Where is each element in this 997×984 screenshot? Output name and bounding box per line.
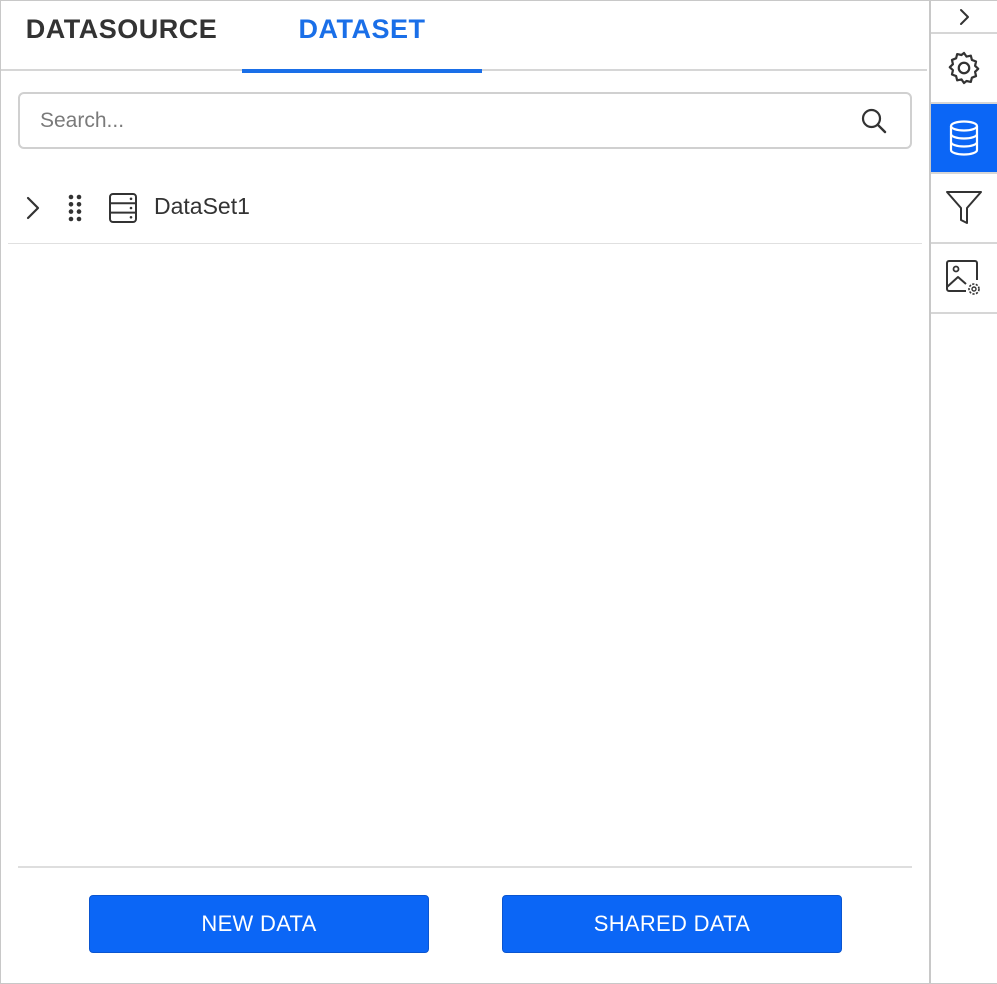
side-rail bbox=[929, 1, 997, 983]
search-input[interactable] bbox=[40, 94, 840, 147]
rail-settings-button[interactable] bbox=[931, 34, 997, 104]
tab-bar: DATASOURCE DATASET bbox=[1, 1, 927, 73]
rail-image-settings-button[interactable] bbox=[931, 244, 997, 314]
new-data-button[interactable]: NEW DATA bbox=[89, 895, 429, 953]
drag-handle-icon[interactable] bbox=[66, 193, 84, 223]
filter-icon bbox=[946, 191, 982, 224]
chevron-right-icon bbox=[960, 8, 969, 25]
search-icon[interactable] bbox=[860, 107, 888, 135]
collapse-rail-button[interactable] bbox=[931, 1, 997, 34]
tree-item-dataset[interactable]: DataSet1 bbox=[8, 173, 922, 244]
database-icon bbox=[949, 120, 979, 156]
dataset-table-icon bbox=[109, 193, 137, 223]
gear-icon bbox=[948, 51, 980, 85]
rail-data-button[interactable] bbox=[931, 104, 997, 174]
rail-filter-button[interactable] bbox=[931, 174, 997, 244]
tab-datasource[interactable]: DATASOURCE bbox=[1, 1, 242, 71]
image-settings-icon bbox=[946, 260, 980, 295]
footer-divider bbox=[18, 866, 912, 868]
search-box bbox=[18, 92, 912, 149]
shared-data-button[interactable]: SHARED DATA bbox=[502, 895, 842, 953]
tab-dataset[interactable]: DATASET bbox=[242, 1, 482, 73]
tree-item-label: DataSet1 bbox=[154, 193, 250, 219]
chevron-right-icon[interactable] bbox=[23, 193, 43, 223]
main-panel: DATASOURCE DATASET Search... DataSet1 NE… bbox=[1, 1, 929, 983]
properties-panel: DATASOURCE DATASET Search... DataSet1 NE… bbox=[0, 0, 997, 984]
